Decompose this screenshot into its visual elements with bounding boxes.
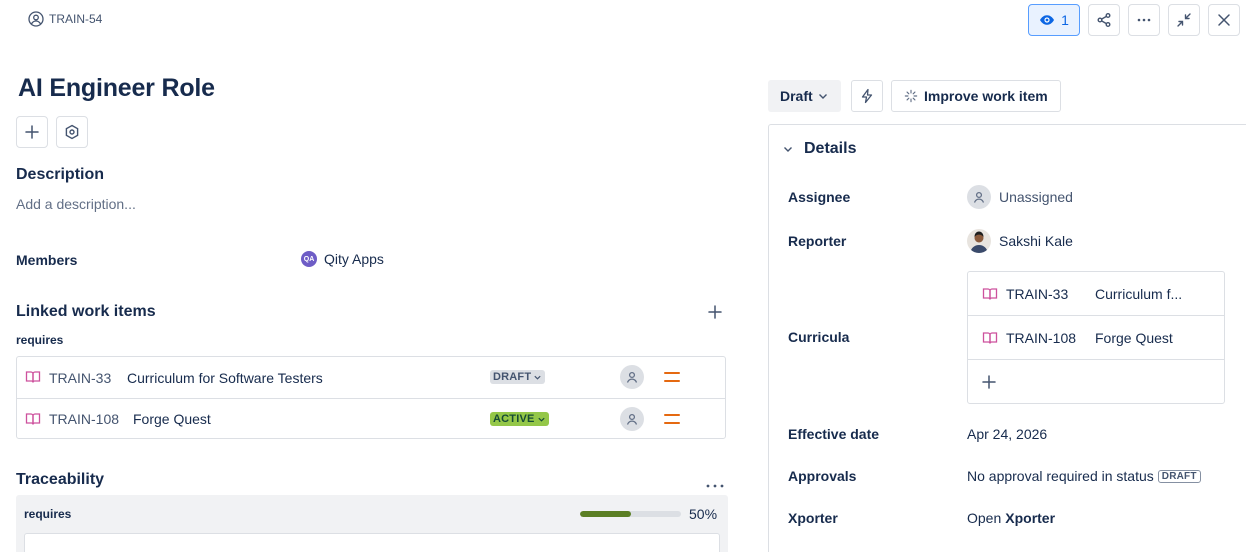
curricula-key[interactable]: TRAIN-33 <box>1006 286 1068 302</box>
curricula-key[interactable]: TRAIN-108 <box>1006 330 1076 346</box>
status-dropdown[interactable]: Draft <box>768 80 841 112</box>
link-summary[interactable]: Forge Quest <box>133 411 211 427</box>
more-actions-button[interactable] <box>1128 4 1160 36</box>
issue-key: TRAIN-54 <box>49 12 103 26</box>
description-heading: Description <box>16 166 105 183</box>
user-icon <box>626 371 638 383</box>
curricula-list: TRAIN-33 Curriculum f... TRAIN-108 Forge… <box>967 271 1225 404</box>
chevron-down-icon <box>534 375 541 380</box>
progress-bar <box>580 511 681 517</box>
more-icon <box>706 484 724 488</box>
add-button[interactable] <box>16 116 48 148</box>
status-text: DRAFT <box>493 371 532 383</box>
collapse-icon <box>1177 13 1191 27</box>
status-lozenge[interactable]: ACTIVE <box>490 412 549 426</box>
automation-button[interactable] <box>851 80 883 112</box>
reporter-field[interactable]: Sakshi Kale <box>967 229 1073 253</box>
link-key[interactable]: TRAIN-108 <box>49 411 119 427</box>
approvals-value: No approval required in status <box>967 468 1154 484</box>
user-circle-icon <box>28 11 44 27</box>
status-lozenge[interactable]: DRAFT <box>490 370 546 384</box>
reporter-label: Reporter <box>788 233 847 249</box>
linked-work-items-heading: Linked work items <box>16 303 156 320</box>
xporter-link[interactable]: Open Xporter <box>967 510 1055 526</box>
chevron-down-icon <box>537 417 545 422</box>
priority-medium-icon <box>664 414 680 424</box>
traceability-heading: Traceability <box>16 471 105 488</box>
assignee-value: Unassigned <box>999 189 1073 205</box>
close-icon <box>1218 14 1230 26</box>
assignee-avatar[interactable] <box>620 407 644 431</box>
eye-icon <box>1040 15 1055 25</box>
table-row[interactable]: TRAIN-108 Forge Quest ACTIVE <box>17 398 725 439</box>
xporter-name: Xporter <box>1005 510 1056 526</box>
details-heading: Details <box>804 140 857 157</box>
close-button[interactable] <box>1208 4 1240 36</box>
page-title[interactable]: AI Engineer Role <box>18 74 215 103</box>
list-item[interactable]: TRAIN-108 Forge Quest <box>968 316 1224 360</box>
progress-percent: 50% <box>689 506 718 522</box>
priority-medium-icon <box>664 372 680 382</box>
watch-count: 1 <box>1061 12 1069 28</box>
book-icon <box>982 330 998 349</box>
reporter-avatar <box>967 229 991 253</box>
assignee-avatar[interactable] <box>620 365 644 389</box>
details-toggle[interactable]: Details <box>782 140 856 158</box>
status-label: Draft <box>780 88 813 104</box>
book-icon <box>25 369 41 388</box>
assignee-label: Assignee <box>788 189 851 205</box>
progress-fill <box>580 511 631 517</box>
approvals-label: Approvals <box>788 468 857 484</box>
improve-work-item-button[interactable]: Improve work item <box>891 80 1061 112</box>
share-button[interactable] <box>1088 4 1120 36</box>
minimize-button[interactable] <box>1168 4 1200 36</box>
effective-date-value[interactable]: Apr 24, 2026 <box>967 426 1047 442</box>
traceability-relation: requires <box>24 507 72 521</box>
curricula-summary[interactable]: Forge Quest <box>1095 330 1173 346</box>
book-icon <box>982 286 998 305</box>
watch-button[interactable]: 1 <box>1028 4 1080 36</box>
effective-date-label: Effective date <box>788 426 880 442</box>
linked-items-table: TRAIN-33 Curriculum for Software Testers… <box>16 356 726 439</box>
assignee-field[interactable]: Unassigned <box>967 185 1073 209</box>
curricula-label: Curricula <box>788 329 850 345</box>
plus-icon <box>708 305 722 319</box>
share-icon <box>1097 13 1111 27</box>
plus-icon <box>982 375 996 389</box>
chevron-down-icon <box>818 94 827 99</box>
reporter-value: Sakshi Kale <box>999 233 1073 249</box>
status-text: ACTIVE <box>493 413 535 425</box>
more-icon <box>1137 18 1151 22</box>
add-curricula-button[interactable] <box>968 360 1224 404</box>
table-row[interactable]: TRAIN-33 Curriculum for Software Testers… <box>17 357 725 398</box>
xporter-prefix: Open <box>967 510 1002 526</box>
members-name: Qity Apps <box>324 251 384 267</box>
curricula-summary[interactable]: Curriculum f... <box>1095 286 1182 302</box>
xporter-label: Xporter <box>788 510 838 526</box>
description-input[interactable]: Add a description... <box>16 196 136 212</box>
qa-avatar-icon: QA <box>301 251 317 267</box>
members-label: Members <box>16 252 78 268</box>
traceability-content <box>24 533 720 552</box>
members-value[interactable]: QA Qity Apps <box>301 251 384 267</box>
chevron-down-icon <box>784 147 792 152</box>
sparkle-icon <box>904 89 918 103</box>
improve-label: Improve work item <box>924 88 1048 104</box>
list-item[interactable]: TRAIN-33 Curriculum f... <box>968 272 1224 316</box>
issue-key-breadcrumb[interactable]: TRAIN-54 <box>28 11 102 27</box>
hexagon-settings-icon <box>65 124 79 140</box>
traceability-more-button[interactable] <box>706 476 724 488</box>
add-link-button[interactable] <box>707 304 723 320</box>
approvals-status-badge: DRAFT <box>1157 469 1201 483</box>
lightning-icon <box>861 88 873 104</box>
relation-label: requires <box>16 333 64 347</box>
unassigned-avatar-icon <box>967 185 991 209</box>
plus-icon <box>25 125 39 139</box>
user-icon <box>626 413 638 425</box>
book-icon <box>25 411 41 430</box>
approvals-field: No approval required in status DRAFT <box>967 468 1201 484</box>
link-key[interactable]: TRAIN-33 <box>49 370 111 386</box>
link-summary[interactable]: Curriculum for Software Testers <box>127 370 323 386</box>
apps-button[interactable] <box>56 116 88 148</box>
